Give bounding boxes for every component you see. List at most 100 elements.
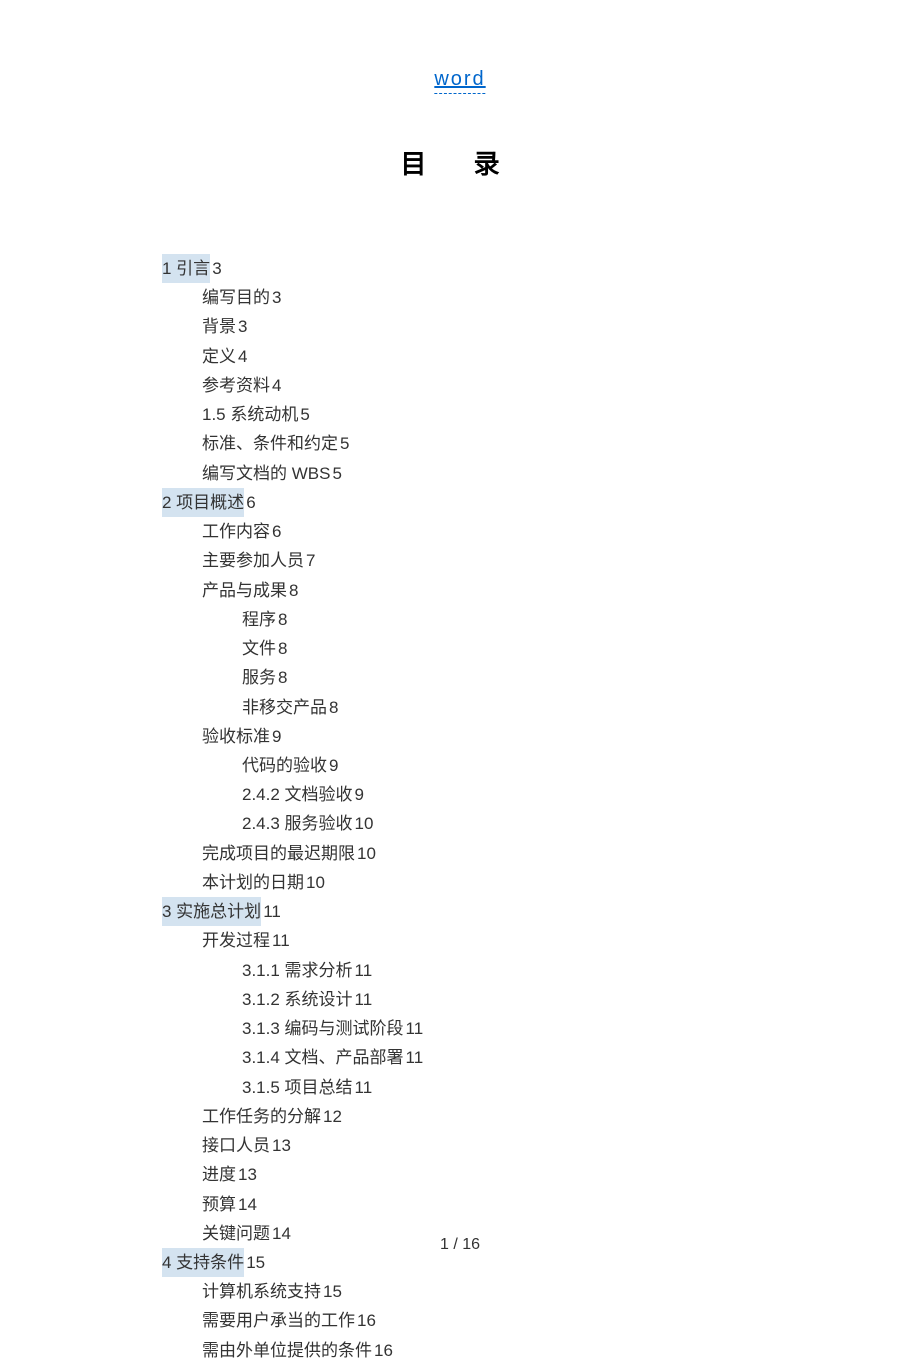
toc-entry[interactable]: 1.5 系统动机5 xyxy=(202,400,423,429)
toc-entry[interactable]: 3 实施总计划11 xyxy=(162,897,423,926)
toc-entry[interactable]: 3.1.5 项目总结11 xyxy=(242,1073,423,1102)
toc-page-number: 5 xyxy=(300,405,309,424)
toc-entry[interactable]: 标准、条件和约定5 xyxy=(202,429,423,458)
toc-entry[interactable]: 2 项目概述6 xyxy=(162,488,423,517)
header-word-link[interactable]: word xyxy=(434,68,485,94)
toc-page-number: 4 xyxy=(272,376,281,395)
toc-entry[interactable]: 程序8 xyxy=(242,605,423,634)
toc-entry[interactable]: 完成项目的最迟期限10 xyxy=(202,839,423,868)
toc-page-number: 7 xyxy=(306,551,315,570)
toc-entry[interactable]: 接口人员13 xyxy=(202,1131,423,1160)
toc-entry[interactable]: 3.1.3 编码与测试阶段11 xyxy=(242,1014,423,1043)
toc-chapter-text: 3.1.3 编码与测试阶段 xyxy=(242,1019,404,1038)
toc-page-number: 16 xyxy=(374,1341,393,1360)
toc-entry[interactable]: 计算机系统支持15 xyxy=(202,1277,423,1306)
toc-page-number: 11 xyxy=(406,1048,424,1067)
toc-title: 目 录 xyxy=(400,144,519,181)
toc-entry[interactable]: 编写文档的 WBS5 xyxy=(202,459,423,488)
toc-entry[interactable]: 代码的验收9 xyxy=(242,751,423,780)
toc-page-number: 9 xyxy=(355,785,364,804)
toc-entry[interactable]: 工作内容6 xyxy=(202,517,423,546)
toc-page-number: 10 xyxy=(355,814,374,833)
toc-page-number: 8 xyxy=(289,581,298,600)
toc-chapter-text: 程序 xyxy=(242,610,276,629)
toc-chapter-text: 编写文档的 WBS xyxy=(202,464,330,483)
toc-page-number: 13 xyxy=(238,1165,257,1184)
toc-page-number: 9 xyxy=(329,756,338,775)
toc-chapter-text: 本计划的日期 xyxy=(202,873,304,892)
toc-entry[interactable]: 本计划的日期10 xyxy=(202,868,423,897)
toc-chapter-text: 进度 xyxy=(202,1165,236,1184)
toc-page-number: 13 xyxy=(272,1136,291,1155)
toc-entry[interactable]: 4 支持条件15 xyxy=(162,1248,423,1277)
toc-page-number: 14 xyxy=(238,1195,257,1214)
toc-chapter-text: 需要用户承当的工作 xyxy=(202,1311,355,1330)
toc-page-number: 11 xyxy=(355,1078,373,1097)
toc-page-number: 6 xyxy=(246,493,255,512)
toc-chapter-text: 接口人员 xyxy=(202,1136,270,1155)
toc-entry[interactable]: 参考资料4 xyxy=(202,371,423,400)
toc-entry[interactable]: 验收标准9 xyxy=(202,722,423,751)
toc-chapter-text: 验收标准 xyxy=(202,727,270,746)
toc-entry[interactable]: 文件8 xyxy=(242,634,423,663)
toc-page-number: 4 xyxy=(238,347,247,366)
toc-entry[interactable]: 服务8 xyxy=(242,663,423,692)
toc-entry[interactable]: 背景3 xyxy=(202,312,423,341)
toc-entry[interactable]: 需要用户承当的工作16 xyxy=(202,1306,423,1335)
toc-entry[interactable]: 2.4.3 服务验收10 xyxy=(242,809,423,838)
toc-page-number: 3 xyxy=(212,259,221,278)
toc-page-number: 11 xyxy=(263,902,281,921)
toc-page-number: 3 xyxy=(238,317,247,336)
toc-entry[interactable]: 3.1.4 文档、产品部署11 xyxy=(242,1043,423,1072)
toc-container: 1 引言3编写目的3背景3定义4参考资料41.5 系统动机5标准、条件和约定5编… xyxy=(162,254,423,1365)
toc-chapter-text: 标准、条件和约定 xyxy=(202,434,338,453)
toc-entry[interactable]: 产品与成果8 xyxy=(202,576,423,605)
toc-chapter-text: 3.1.5 项目总结 xyxy=(242,1078,353,1097)
toc-page-number: 10 xyxy=(357,844,376,863)
toc-chapter-text: 参考资料 xyxy=(202,376,270,395)
toc-entry[interactable]: 定义4 xyxy=(202,342,423,371)
toc-chapter-text: 计算机系统支持 xyxy=(202,1282,321,1301)
toc-page-number: 11 xyxy=(272,931,290,950)
toc-entry[interactable]: 2.4.2 文档验收9 xyxy=(242,780,423,809)
toc-page-number: 16 xyxy=(357,1311,376,1330)
toc-chapter-text: 3.1.2 系统设计 xyxy=(242,990,353,1009)
toc-entry[interactable]: 进度13 xyxy=(202,1160,423,1189)
toc-entry[interactable]: 预算14 xyxy=(202,1190,423,1219)
toc-chapter-text: 主要参加人员 xyxy=(202,551,304,570)
toc-page-number: 8 xyxy=(278,668,287,687)
toc-chapter-text: 完成项目的最迟期限 xyxy=(202,844,355,863)
toc-entry[interactable]: 主要参加人员7 xyxy=(202,546,423,575)
toc-page-number: 11 xyxy=(355,990,373,1009)
toc-entry[interactable]: 工作任务的分解12 xyxy=(202,1102,423,1131)
toc-page-number: 6 xyxy=(272,522,281,541)
toc-entry[interactable]: 3.1.2 系统设计11 xyxy=(242,985,423,1014)
toc-chapter-text: 编写目的 xyxy=(202,288,270,307)
toc-chapter-text: 1 引言 xyxy=(162,254,210,283)
toc-page-number: 12 xyxy=(323,1107,342,1126)
toc-page-number: 8 xyxy=(278,610,287,629)
toc-chapter-text: 文件 xyxy=(242,639,276,658)
toc-entry[interactable]: 1 引言3 xyxy=(162,254,423,283)
toc-entry[interactable]: 3.1.1 需求分析11 xyxy=(242,956,423,985)
toc-page-number: 10 xyxy=(306,873,325,892)
toc-chapter-text: 2 项目概述 xyxy=(162,488,244,517)
toc-entry[interactable]: 编写目的3 xyxy=(202,283,423,312)
toc-entry[interactable]: 开发过程11 xyxy=(202,926,423,955)
toc-chapter-text: 1.5 系统动机 xyxy=(202,405,298,424)
toc-page-number: 11 xyxy=(406,1019,424,1038)
toc-page-number: 15 xyxy=(323,1282,342,1301)
toc-chapter-text: 开发过程 xyxy=(202,931,270,950)
toc-entry[interactable]: 非移交产品8 xyxy=(242,693,423,722)
toc-entry[interactable]: 需由外单位提供的条件16 xyxy=(202,1336,423,1365)
toc-chapter-text: 3 实施总计划 xyxy=(162,897,261,926)
toc-page-number: 9 xyxy=(272,727,281,746)
toc-chapter-text: 代码的验收 xyxy=(242,756,327,775)
toc-chapter-text: 工作任务的分解 xyxy=(202,1107,321,1126)
toc-chapter-text: 产品与成果 xyxy=(202,581,287,600)
toc-page-number: 11 xyxy=(355,961,373,980)
toc-chapter-text: 3.1.1 需求分析 xyxy=(242,961,353,980)
toc-chapter-text: 预算 xyxy=(202,1195,236,1214)
toc-entry[interactable]: 关键问题14 xyxy=(202,1219,423,1248)
toc-chapter-text: 非移交产品 xyxy=(242,698,327,717)
